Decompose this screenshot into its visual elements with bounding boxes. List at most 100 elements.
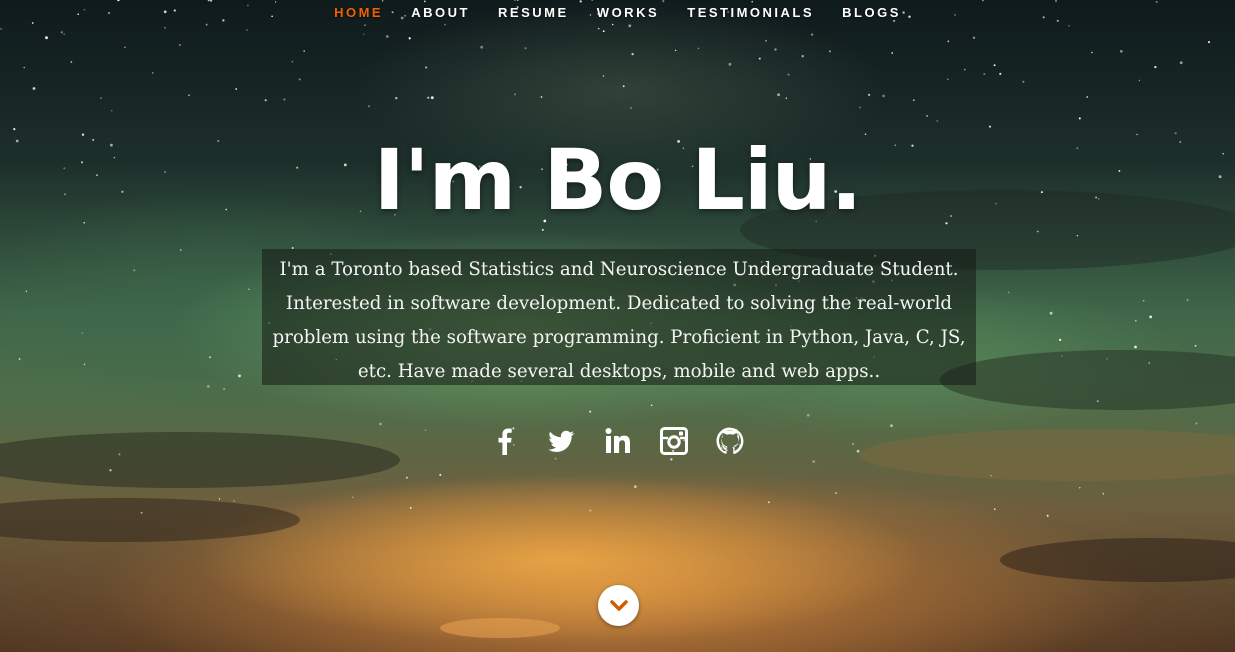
star [1119, 49, 1123, 53]
star [936, 120, 938, 122]
star [238, 374, 241, 378]
star [424, 0, 426, 3]
linkedin-link[interactable] [602, 425, 634, 457]
star [13, 127, 16, 131]
star [427, 96, 430, 99]
star [972, 36, 976, 39]
star [1186, 299, 1189, 301]
star [811, 33, 814, 36]
star [1061, 355, 1063, 357]
star [63, 33, 65, 36]
star [70, 61, 73, 63]
star [622, 85, 625, 88]
star [697, 47, 700, 50]
star [209, 356, 211, 359]
star [274, 1, 277, 3]
star [891, 52, 894, 54]
star [926, 114, 928, 117]
star [81, 133, 85, 136]
nav-blogs[interactable]: BLOGS [842, 5, 901, 20]
star [1056, 19, 1059, 22]
star [1102, 492, 1105, 495]
star [223, 387, 226, 391]
star [83, 222, 85, 224]
star [864, 133, 867, 135]
social-links [0, 425, 1235, 457]
star [246, 29, 248, 31]
star [650, 404, 653, 407]
star [602, 75, 605, 77]
star [541, 228, 544, 231]
star [409, 507, 412, 509]
star [982, 0, 984, 2]
star [1058, 338, 1062, 342]
star [32, 87, 36, 90]
linkedin-icon [605, 428, 630, 453]
star [912, 99, 915, 102]
star [999, 72, 1002, 76]
star [83, 363, 86, 366]
star [602, 30, 605, 33]
star [1134, 345, 1137, 349]
star [964, 68, 966, 71]
star [1036, 230, 1039, 233]
star [25, 290, 28, 293]
star [514, 93, 517, 96]
star [993, 64, 996, 67]
star [368, 105, 370, 108]
star [990, 475, 992, 477]
star [1179, 61, 1183, 65]
nav-testimonials[interactable]: TESTIMONIALS [687, 5, 814, 20]
star [589, 410, 592, 413]
star [1007, 291, 1010, 294]
star [188, 94, 190, 97]
star [364, 24, 366, 26]
star [1091, 51, 1093, 54]
star [124, 46, 126, 49]
star [163, 26, 167, 29]
star [1049, 311, 1053, 315]
star [806, 413, 810, 417]
github-link[interactable] [714, 425, 746, 457]
star [867, 93, 871, 97]
scroll-down-button[interactable] [598, 585, 639, 626]
star [1068, 24, 1070, 27]
facebook-link[interactable] [489, 425, 521, 457]
nav-about[interactable]: ABOUT [411, 5, 470, 20]
star [109, 469, 112, 472]
nav-works[interactable]: WORKS [597, 5, 659, 20]
star [1155, 0, 1158, 3]
star [631, 52, 634, 56]
star [1142, 299, 1145, 302]
star [179, 248, 182, 251]
star [1076, 234, 1079, 237]
nav-home[interactable]: HOME [334, 5, 383, 20]
star [787, 73, 790, 76]
star [1046, 514, 1049, 517]
chevron-down-icon [609, 599, 628, 611]
star [768, 501, 770, 504]
star [630, 107, 632, 109]
star [554, 457, 557, 460]
star [233, 500, 235, 502]
star [801, 55, 804, 58]
star [81, 332, 84, 335]
star [405, 476, 408, 479]
star [18, 358, 21, 360]
instagram-link[interactable] [658, 425, 690, 457]
star [785, 97, 788, 99]
twitter-link[interactable] [545, 425, 577, 457]
star [1174, 132, 1177, 135]
nav-resume[interactable]: RESUME [498, 5, 569, 20]
star [758, 57, 761, 60]
star [140, 511, 143, 514]
star [765, 39, 767, 42]
star [983, 73, 986, 75]
star [207, 0, 210, 2]
star [1136, 133, 1138, 136]
star [60, 31, 63, 34]
star [611, 23, 614, 26]
star [633, 485, 637, 489]
hero-headline: I'm Bo Liu. [373, 131, 863, 229]
star [425, 66, 428, 69]
